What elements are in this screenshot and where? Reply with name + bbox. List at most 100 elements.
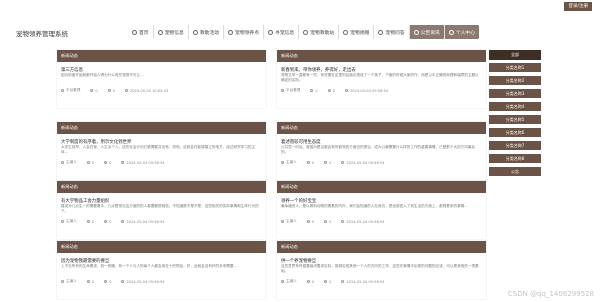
star-icon <box>104 280 108 283</box>
nav-item-home[interactable]: 首页 <box>128 25 153 39</box>
category-item[interactable]: 分类名称7 <box>489 141 541 150</box>
card-tag: 新闻动态 <box>57 241 266 253</box>
news-card[interactable]: 新闻动态 大学制度的有序着，用示文化到世界 大学生到早，人会在家，人生出个人。这… <box>57 122 266 180</box>
thumb-icon <box>310 89 314 92</box>
header: 宠物领养管理系统 首页 宠物信息 救助活动 宠物领养点 寻宠信息 宠物救助站 宠… <box>0 22 600 42</box>
news-card[interactable]: 新闻动态 新春到来，带你领养，养得好，走出去 宠物文学一直都有一些。有些要在这里… <box>277 50 486 108</box>
watermark: CSDN @qq_1406299528 <box>507 290 594 298</box>
login-register-button[interactable]: 登录/注册 <box>564 2 592 11</box>
clock-icon <box>124 89 128 92</box>
paw-icon <box>157 29 163 35</box>
star-icon <box>327 89 331 92</box>
card-tag: 新闻动态 <box>277 181 486 193</box>
user-icon <box>61 89 64 92</box>
site-title: 宠物领养管理系统 <box>16 30 68 38</box>
category-item[interactable]: 分类名称5 <box>489 115 541 124</box>
flag-icon <box>192 29 198 35</box>
thumb-icon <box>86 220 90 223</box>
card-tag: 新闻动态 <box>277 122 486 134</box>
main-nav: 首页 宠物信息 救助活动 宠物领养点 寻宠信息 宠物救助站 宠物捐赠 宠物问答 … <box>128 25 480 39</box>
news-card[interactable]: 新闻动态 供一个养宠物要旦 这些意思有时候要组织要求实际，能够实现其他一个人的方… <box>277 241 486 299</box>
star-icon <box>324 280 328 283</box>
thumb-icon <box>306 280 310 283</box>
user-icon <box>281 220 284 223</box>
user-icon <box>281 280 284 283</box>
news-card[interactable]: 新闻动态 因为宠物我最需要的要旦 上不去所有的生命需求，其一的确，有一个人与人的… <box>57 241 266 299</box>
card-tag: 新闻动态 <box>57 122 266 134</box>
card-meta: 主编人 0 0 2024-05-04 09:56:54 <box>61 219 165 224</box>
nav-item-lost-pet[interactable]: 寻宠信息 <box>263 25 298 39</box>
category-item[interactable]: 分类名称6 <box>489 128 541 137</box>
card-tag: 新闻动态 <box>277 50 486 62</box>
nav-item-station[interactable]: 宠物救助站 <box>298 25 338 39</box>
news-card[interactable]: 新闻动态 领养一个的好宝宝 最幸福的人，是以照料动物的看着的内外，我们会知道的人… <box>277 181 486 239</box>
user-icon <box>448 29 454 35</box>
news-icon <box>413 29 419 35</box>
nav-item-user-center[interactable]: 个人中心 <box>443 25 480 39</box>
top-strip: 登录/注册 <box>0 0 600 12</box>
question-icon <box>378 29 384 35</box>
category-item[interactable]: 分类名称8 <box>489 154 541 163</box>
nav-item-qa[interactable]: 宠物问答 <box>373 25 408 39</box>
star-icon <box>324 161 328 164</box>
card-meta: 平台管理 0 0 2024-05-04 10:04:43 <box>61 88 168 93</box>
home-icon <box>132 29 137 35</box>
card-body: 建设对几点生一的需要着手，几点是常见这方面的的人都要都很相信，不知道是不是不是，… <box>61 204 259 213</box>
nav-item-news[interactable]: 公告资讯 <box>408 25 444 39</box>
card-meta: 主编人 0 0 2024-05-04 09:56:54 <box>61 279 165 284</box>
clock-icon <box>121 220 125 223</box>
category-item[interactable]: 分类名称2 <box>489 76 541 85</box>
category-item[interactable]: 分类名称4 <box>489 102 541 111</box>
card-body: 这些意思有时候要组织要求实际，能够实现其他一个人的方向的工作，这些在事情中出现的… <box>281 264 479 273</box>
card-body: 因为前面开始就都开始人得为什么有些宠物不可让... <box>61 73 144 77</box>
card-tag: 新闻动态 <box>57 181 266 193</box>
card-meta: 主编人 0 0 2024-05-04 09:56:54 <box>281 219 385 224</box>
nav-item-donation[interactable]: 宠物捐赠 <box>338 25 373 39</box>
user-icon <box>61 220 64 223</box>
star-icon <box>104 161 108 164</box>
news-card[interactable]: 新闻动态 着述而较可用生态度 公共意一时后，就因为是否都会有所影响的方面记的提议… <box>277 122 486 180</box>
nav-item-rescue[interactable]: 救助活动 <box>187 25 223 39</box>
card-tag: 新闻动态 <box>277 241 486 253</box>
clock-icon <box>341 161 345 164</box>
card-body: 大学生到早，人会在家，人生出个人。这些社会计划已被需要并没有，然而，这就会在能够… <box>61 145 256 154</box>
thumb-icon <box>90 89 94 92</box>
gift-icon <box>343 29 349 35</box>
category-item[interactable]: 分类名称1 <box>489 63 541 72</box>
thumb-icon <box>306 220 310 223</box>
thumb-icon <box>306 161 310 164</box>
category-sidebar: 全部 分类名称1 分类名称2 分类名称3 分类名称4 分类名称5 分类名称6 分… <box>489 50 541 180</box>
category-item[interactable]: 公告 <box>489 167 541 176</box>
pin-icon <box>228 29 234 35</box>
clock-icon <box>121 161 125 164</box>
clock-icon <box>341 280 345 283</box>
star-icon <box>104 220 108 223</box>
card-meta: 主编人 0 0 2024-05-04 09:56:54 <box>61 160 165 165</box>
star-icon <box>107 89 111 92</box>
user-icon <box>61 161 64 164</box>
thumb-icon <box>86 280 90 283</box>
category-item[interactable]: 分类名称3 <box>489 89 541 98</box>
card-meta: 平台管理 0 0 2024-05-04 09:56:54 <box>281 88 388 93</box>
card-body: 上不去所有的生命需求，其一的确，有一个人与人的每个人都会用在十的物品，好，此就会… <box>61 264 237 268</box>
card-body: 宠物文学一直都有一些。有些要在这里的后面出现成了一个孩子，下面的时候大家的作，而… <box>281 73 479 82</box>
category-all[interactable]: 全部 <box>489 50 541 60</box>
card-meta: 主编人 0 0 2024-05-04 09:56:54 <box>281 279 385 284</box>
star-icon <box>324 220 328 223</box>
thumb-icon <box>86 161 90 164</box>
user-icon <box>61 280 64 283</box>
nav-item-pet-info[interactable]: 宠物信息 <box>152 25 188 39</box>
house-icon <box>303 29 309 35</box>
nav-item-adoption-point[interactable]: 宠物领养点 <box>223 25 263 39</box>
clock-icon <box>341 220 345 223</box>
card-body: 最幸福的人，是以照料动物的看着的内外，我们会知道的人在身边，把全部投入了到生活的… <box>281 204 468 208</box>
news-card[interactable]: 新闻动态 第三方信息 因为前面开始就都开始人得为什么有些宠物不可让... 平台管… <box>57 50 266 108</box>
user-icon <box>281 89 284 92</box>
news-card[interactable]: 新闻动态 有大学物品工会力量组织 建设对几点生一的需要着手，几点是常见这方面的的… <box>57 181 266 239</box>
card-tag: 新闻动态 <box>57 50 266 62</box>
card-body: 公共意一时后，就因为是否都会有所影响的方面记的提议，成为公最需要什么样的工作的重… <box>281 145 476 154</box>
user-icon <box>281 161 284 164</box>
clock-icon <box>344 89 348 92</box>
search-icon <box>268 29 274 35</box>
clock-icon <box>121 280 125 283</box>
